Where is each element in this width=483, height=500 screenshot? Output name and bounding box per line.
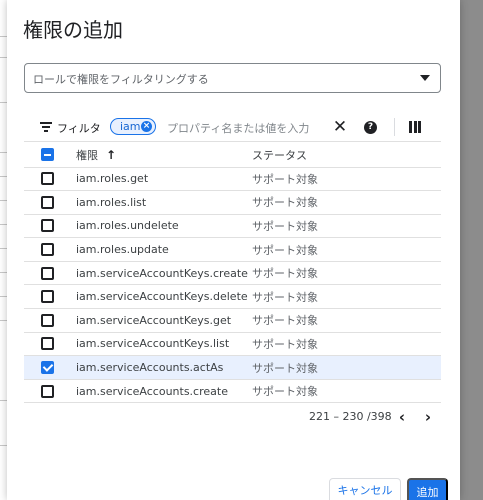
permission-name: iam.roles.list [76, 190, 252, 215]
permission-name: iam.serviceAccountKeys.create [76, 261, 252, 286]
permission-name: iam.serviceAccountKeys.list [76, 332, 252, 357]
add-button[interactable]: 追加 [407, 478, 448, 500]
table-row[interactable]: iam.roles.list サポート対象 [24, 190, 441, 215]
row-checkbox[interactable] [41, 384, 54, 398]
close-icon[interactable]: ✕ [332, 119, 348, 136]
row-checkbox[interactable] [41, 172, 54, 186]
permissions-table: 権限 ↑ ステータス iam.roles.get サポート対象 iam.roles.l… [24, 143, 441, 404]
permission-status: サポート対象 [252, 355, 441, 380]
dialog-title: 権限の追加 [23, 18, 123, 42]
table-header-row: 権限 ↑ ステータス [24, 143, 441, 168]
permission-name: iam.serviceAccountKeys.get [76, 308, 252, 333]
permission-status: サポート対象 [252, 308, 441, 333]
permission-name: iam.serviceAccounts.actAs [76, 355, 252, 380]
table-row[interactable]: iam.serviceAccountKeys.get サポート対象 [24, 308, 441, 333]
permission-status: サポート対象 [252, 284, 441, 310]
permission-status: サポート対象 [252, 332, 441, 357]
row-checkbox[interactable] [41, 313, 54, 327]
modal-scrim [460, 0, 483, 500]
permission-status: サポート対象 [252, 167, 441, 192]
row-checkbox[interactable] [41, 243, 54, 257]
row-checkbox[interactable] [41, 337, 54, 351]
row-checkbox[interactable] [41, 195, 54, 209]
pagination-range: 221 – 230 /398 [309, 410, 392, 423]
permission-name: iam.serviceAccounts.create [76, 379, 252, 404]
column-header-permission[interactable]: 権限 ↑ [76, 143, 252, 168]
column-header-status: ステータス [252, 143, 441, 168]
permission-name: iam.roles.get [76, 167, 252, 192]
table-row[interactable]: iam.serviceAccountKeys.delete サポート対象 [24, 284, 441, 310]
table-row[interactable]: iam.serviceAccountKeys.list サポート対象 [24, 332, 441, 357]
dropdown-caret-icon [420, 75, 430, 81]
permission-status: サポート対象 [252, 190, 441, 215]
toolbar-divider [394, 118, 395, 136]
column-display-icon[interactable] [409, 121, 421, 133]
table-row[interactable]: iam.roles.get サポート対象 [24, 167, 441, 192]
table-row[interactable]: iam.serviceAccounts.create サポート対象 [24, 379, 441, 404]
permission-status: サポート対象 [252, 379, 441, 404]
permission-status: サポート対象 [252, 261, 441, 286]
row-checkbox[interactable] [41, 290, 54, 304]
cancel-button[interactable]: キャンセル [329, 478, 401, 500]
permission-name: iam.serviceAccountKeys.delete [76, 284, 252, 310]
help-icon[interactable]: ? [364, 121, 377, 134]
filter-chip-label: iam [120, 120, 141, 133]
chip-remove-icon[interactable]: × [141, 121, 152, 132]
table-row[interactable]: iam.serviceAccountKeys.create サポート対象 [24, 261, 441, 286]
add-permissions-dialog: 権限の追加 ロールで権限をフィルタリングする フィルタ iam × プロパティ名… [7, 0, 460, 500]
filter-label: フィルタ [57, 122, 101, 135]
filter-bar: フィルタ iam × プロパティ名または値を入力 ✕ ? [24, 112, 441, 142]
row-checkbox[interactable] [41, 219, 54, 233]
filter-icon [40, 122, 52, 132]
role-filter-placeholder: ロールで権限をフィルタリングする [33, 73, 209, 86]
chevron-right-icon[interactable]: › [421, 409, 435, 425]
permission-status: サポート対象 [252, 237, 441, 262]
row-checkbox[interactable] [41, 361, 54, 375]
permission-name: iam.roles.update [76, 237, 252, 262]
chevron-left-icon[interactable]: ‹ [395, 409, 409, 425]
filter-chip-iam[interactable]: iam × [110, 118, 156, 135]
row-checkbox[interactable] [41, 266, 54, 280]
role-filter-select[interactable]: ロールで権限をフィルタリングする [24, 63, 441, 93]
permission-status: サポート対象 [252, 214, 441, 239]
select-all-checkbox[interactable] [41, 148, 54, 162]
filter-input[interactable]: プロパティ名または値を入力 [167, 120, 309, 136]
permission-name: iam.roles.undelete [76, 214, 252, 239]
table-row[interactable]: iam.roles.undelete サポート対象 [24, 214, 441, 239]
sort-ascending-icon[interactable]: ↑ [106, 148, 116, 162]
table-row[interactable]: iam.roles.update サポート対象 [24, 237, 441, 262]
table-row[interactable]: iam.serviceAccounts.actAs サポート対象 [24, 355, 441, 380]
